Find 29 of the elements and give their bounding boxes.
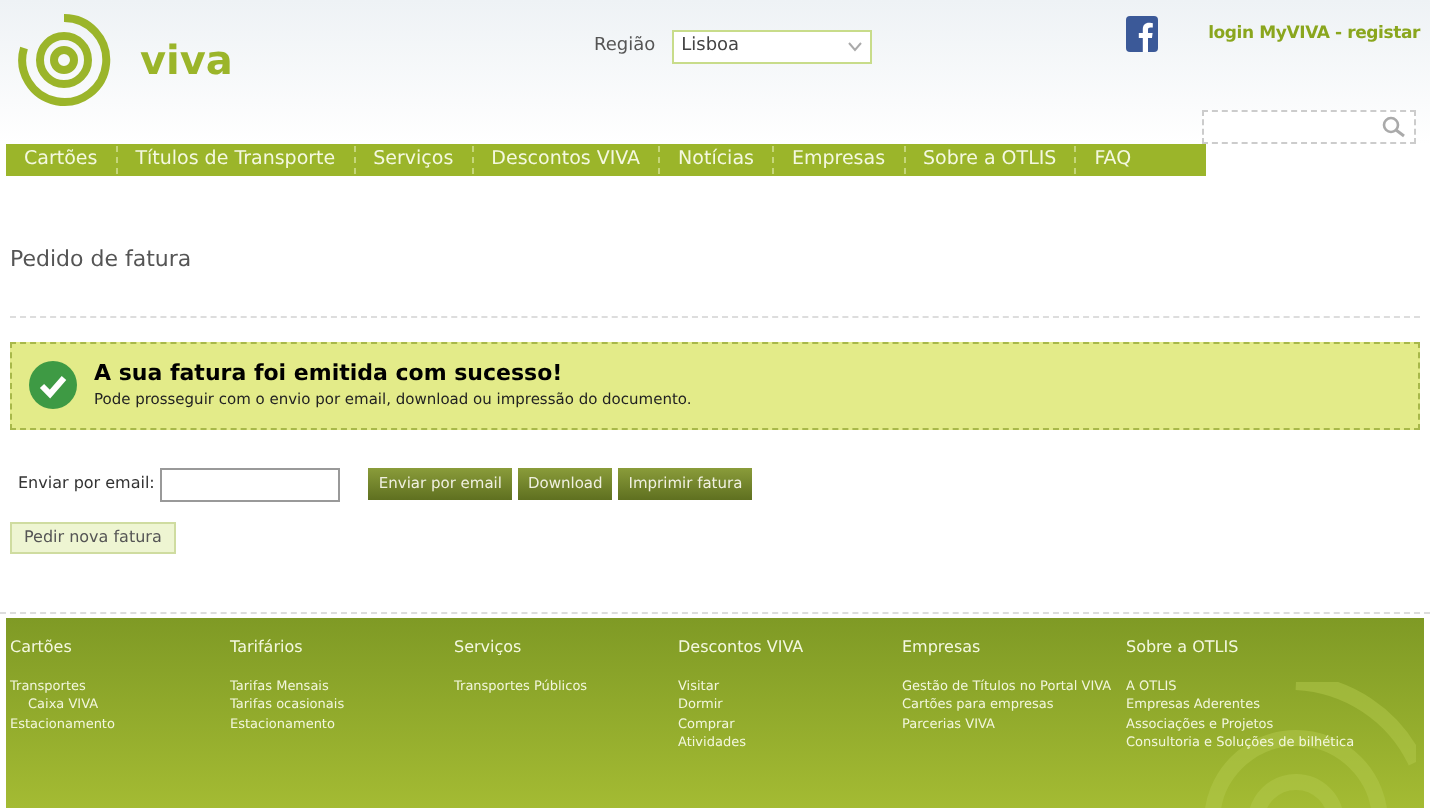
search-field[interactable]: [1202, 110, 1416, 144]
region-label: Região: [594, 33, 656, 60]
footer-heading: Descontos VIVA: [678, 635, 806, 659]
nav-link[interactable]: Cartões: [6, 145, 116, 175]
spiral-logo-icon: [12, 12, 116, 108]
footer-heading: Serviços: [454, 635, 524, 659]
new-invoice-button[interactable]: Pedir nova fatura: [10, 521, 176, 553]
chevron-down-icon: [847, 42, 862, 52]
login-register-link[interactable]: login MyVIVA - registar: [1208, 22, 1420, 48]
footer-heading: Empresas: [902, 635, 983, 659]
page-title: Pedido de fatura: [10, 244, 194, 276]
facebook-icon[interactable]: [1126, 16, 1158, 52]
nav-link[interactable]: Sobre a OTLIS: [903, 145, 1075, 175]
nav-link[interactable]: Títulos de Transporte: [115, 145, 354, 175]
email-input[interactable]: [160, 467, 341, 501]
region-select[interactable]: Lisboa: [671, 30, 872, 64]
nav-link[interactable]: Notícias: [658, 145, 772, 175]
footer-heading: Cartões: [10, 635, 74, 659]
footer-heading: Sobre a OTLIS: [1126, 635, 1241, 659]
footer-heading: Tarifários: [230, 635, 305, 659]
nav-link[interactable]: FAQ: [1074, 145, 1150, 175]
search-icon: [1382, 116, 1406, 138]
nav-link[interactable]: Serviços: [353, 145, 472, 175]
nav-link[interactable]: Empresas: [771, 145, 904, 175]
brand-logo[interactable]: viva: [140, 30, 233, 90]
checkmark-icon: [28, 360, 78, 410]
nav-link[interactable]: Descontos VIVA: [471, 145, 659, 175]
alert-title: A sua fatura foi emitida com sucesso!: [94, 360, 565, 388]
email-label: Enviar por email:: [18, 472, 155, 496]
